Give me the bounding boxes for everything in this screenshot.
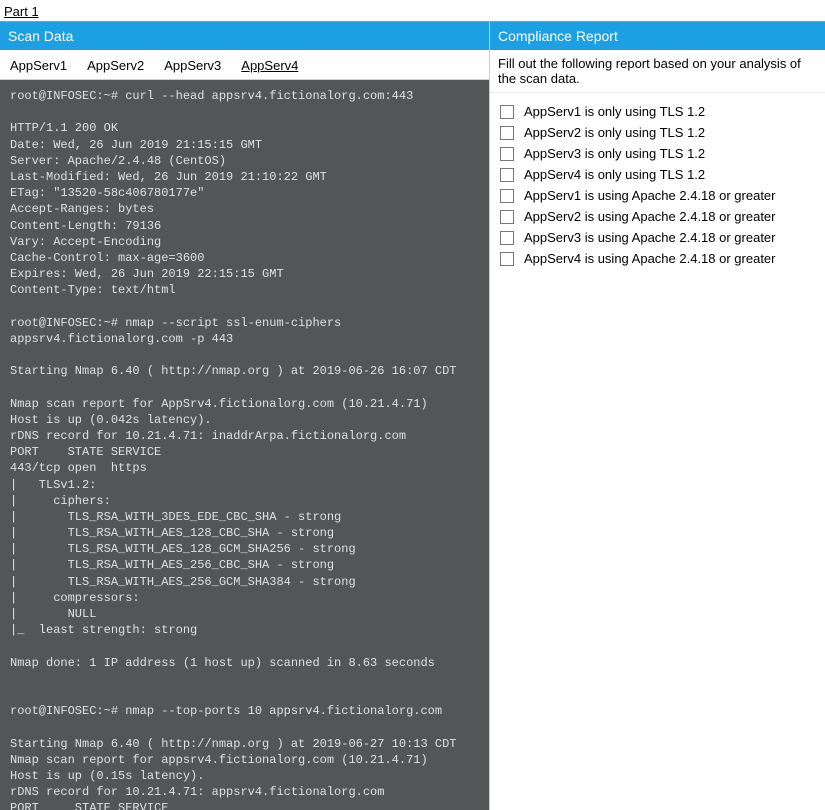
check-item-label: AppServ2 is only using TLS 1.2 bbox=[524, 125, 705, 140]
check-item-label: AppServ2 is using Apache 2.4.18 or great… bbox=[524, 209, 776, 224]
checkbox[interactable] bbox=[500, 189, 514, 203]
check-item: AppServ4 is using Apache 2.4.18 or great… bbox=[500, 248, 815, 269]
server-tabs: AppServ1 AppServ2 AppServ3 AppServ4 bbox=[0, 50, 489, 80]
checkbox[interactable] bbox=[500, 147, 514, 161]
checkbox[interactable] bbox=[500, 252, 514, 266]
part-link[interactable]: Part 1 bbox=[0, 0, 45, 21]
instructions-text: Fill out the following report based on y… bbox=[490, 50, 825, 93]
check-item-label: AppServ4 is only using TLS 1.2 bbox=[524, 167, 705, 182]
check-item: AppServ3 is using Apache 2.4.18 or great… bbox=[500, 227, 815, 248]
scan-data-panel: Scan Data AppServ1AppServ2AppServ3AppSer… bbox=[0, 22, 490, 810]
terminal-output: root@INFOSEC:~# curl --head appsrv4.fict… bbox=[0, 80, 489, 810]
check-item: AppServ1 is using Apache 2.4.18 or great… bbox=[500, 185, 815, 206]
check-item: AppServ4 is only using TLS 1.2 bbox=[500, 164, 815, 185]
main-container: Scan Data AppServ1AppServ2AppServ3AppSer… bbox=[0, 21, 825, 810]
compliance-report-header: Compliance Report bbox=[490, 22, 825, 50]
check-item-label: AppServ3 is using Apache 2.4.18 or great… bbox=[524, 230, 776, 245]
checkbox[interactable] bbox=[500, 231, 514, 245]
check-item: AppServ1 is only using TLS 1.2 bbox=[500, 101, 815, 122]
check-item-label: AppServ3 is only using TLS 1.2 bbox=[524, 146, 705, 161]
check-item-label: AppServ1 is only using TLS 1.2 bbox=[524, 104, 705, 119]
tab-appserv4[interactable]: AppServ4 bbox=[237, 56, 302, 75]
check-item: AppServ3 is only using TLS 1.2 bbox=[500, 143, 815, 164]
compliance-report-panel: Compliance Report Fill out the following… bbox=[490, 22, 825, 810]
checkbox[interactable] bbox=[500, 210, 514, 224]
tab-appserv1[interactable]: AppServ1 bbox=[6, 56, 71, 75]
check-item-label: AppServ4 is using Apache 2.4.18 or great… bbox=[524, 251, 776, 266]
check-item: AppServ2 is using Apache 2.4.18 or great… bbox=[500, 206, 815, 227]
checkbox[interactable] bbox=[500, 168, 514, 182]
compliance-checklist: AppServ1 is only using TLS 1.2 AppServ2 i… bbox=[490, 93, 825, 277]
tab-appserv3[interactable]: AppServ3 bbox=[160, 56, 225, 75]
tab-appserv2[interactable]: AppServ2 bbox=[83, 56, 148, 75]
scan-data-header: Scan Data bbox=[0, 22, 489, 50]
checkbox[interactable] bbox=[500, 105, 514, 119]
check-item-label: AppServ1 is using Apache 2.4.18 or great… bbox=[524, 188, 776, 203]
check-item: AppServ2 is only using TLS 1.2 bbox=[500, 122, 815, 143]
checkbox[interactable] bbox=[500, 126, 514, 140]
